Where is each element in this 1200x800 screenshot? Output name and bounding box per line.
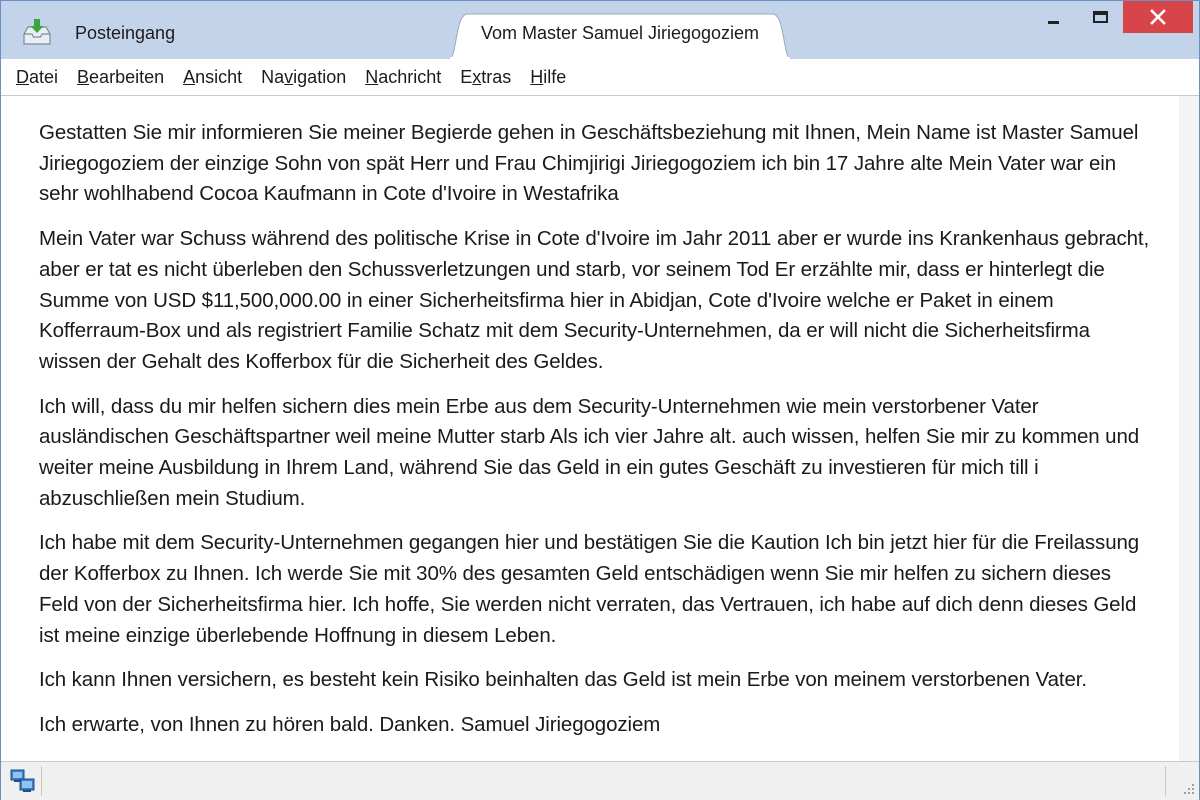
menu-bearbeiten[interactable]: Bearbeiten bbox=[67, 67, 173, 88]
message-paragraph: Ich erwarte, von Ihnen zu hören bald. Da… bbox=[39, 712, 661, 736]
message-paragraph: Mein Vater war Schuss während des politi… bbox=[39, 227, 1150, 373]
menu-ansicht[interactable]: Ansicht bbox=[173, 67, 251, 88]
mail-window: Posteingang Vom Master Samuel Jiriegogoz… bbox=[0, 0, 1200, 800]
menu-navigation[interactable]: Navigation bbox=[251, 67, 355, 88]
tab-message-label: Vom Master Samuel Jiriegogoziem bbox=[480, 23, 760, 43]
minimize-button[interactable] bbox=[1031, 1, 1077, 35]
menu-nachricht[interactable]: Nachricht bbox=[355, 67, 450, 88]
status-divider bbox=[41, 766, 42, 796]
message-body[interactable]: Gestatten Sie mir informieren Sie meiner… bbox=[1, 96, 1179, 761]
menu-datei[interactable]: Datei bbox=[1, 67, 67, 88]
message-paragraph: Gestatten Sie mir informieren Sie meiner… bbox=[39, 121, 1139, 206]
message-paragraph: Ich will, dass du mir helfen sichern die… bbox=[39, 394, 1140, 510]
status-bar bbox=[1, 761, 1199, 800]
message-paragraph: Ich kann Ihnen versichern, es besteht ke… bbox=[39, 668, 1087, 692]
tab-inbox-label: Posteingang bbox=[75, 22, 176, 43]
menu-hilfe[interactable]: Hilfe bbox=[520, 67, 575, 88]
close-icon bbox=[1123, 9, 1193, 37]
tab-message[interactable]: Vom Master Samuel Jiriegogoziem bbox=[449, 13, 791, 59]
tab-inbox[interactable]: Posteingang bbox=[21, 13, 175, 53]
window-controls bbox=[1031, 1, 1199, 35]
menu-bar: Datei Bearbeiten Ansicht Navigation Nach… bbox=[1, 59, 1199, 96]
network-status-icon[interactable] bbox=[10, 768, 36, 794]
maximize-icon bbox=[1077, 11, 1123, 39]
vertical-scrollbar[interactable] bbox=[1179, 96, 1199, 761]
message-text: Gestatten Sie mir informieren Sie meiner… bbox=[1, 96, 1179, 741]
inbox-download-icon bbox=[21, 17, 53, 49]
message-paragraph: Ich habe mit dem Security-Unternehmen ge… bbox=[39, 531, 1140, 647]
title-bar[interactable]: Posteingang Vom Master Samuel Jiriegogoz… bbox=[1, 1, 1199, 59]
minimize-icon bbox=[1031, 21, 1077, 39]
maximize-button[interactable] bbox=[1077, 1, 1123, 35]
resize-grip-icon[interactable] bbox=[1181, 782, 1195, 796]
menu-extras[interactable]: Extras bbox=[450, 67, 520, 88]
close-button[interactable] bbox=[1123, 1, 1193, 33]
status-divider bbox=[1165, 766, 1166, 796]
